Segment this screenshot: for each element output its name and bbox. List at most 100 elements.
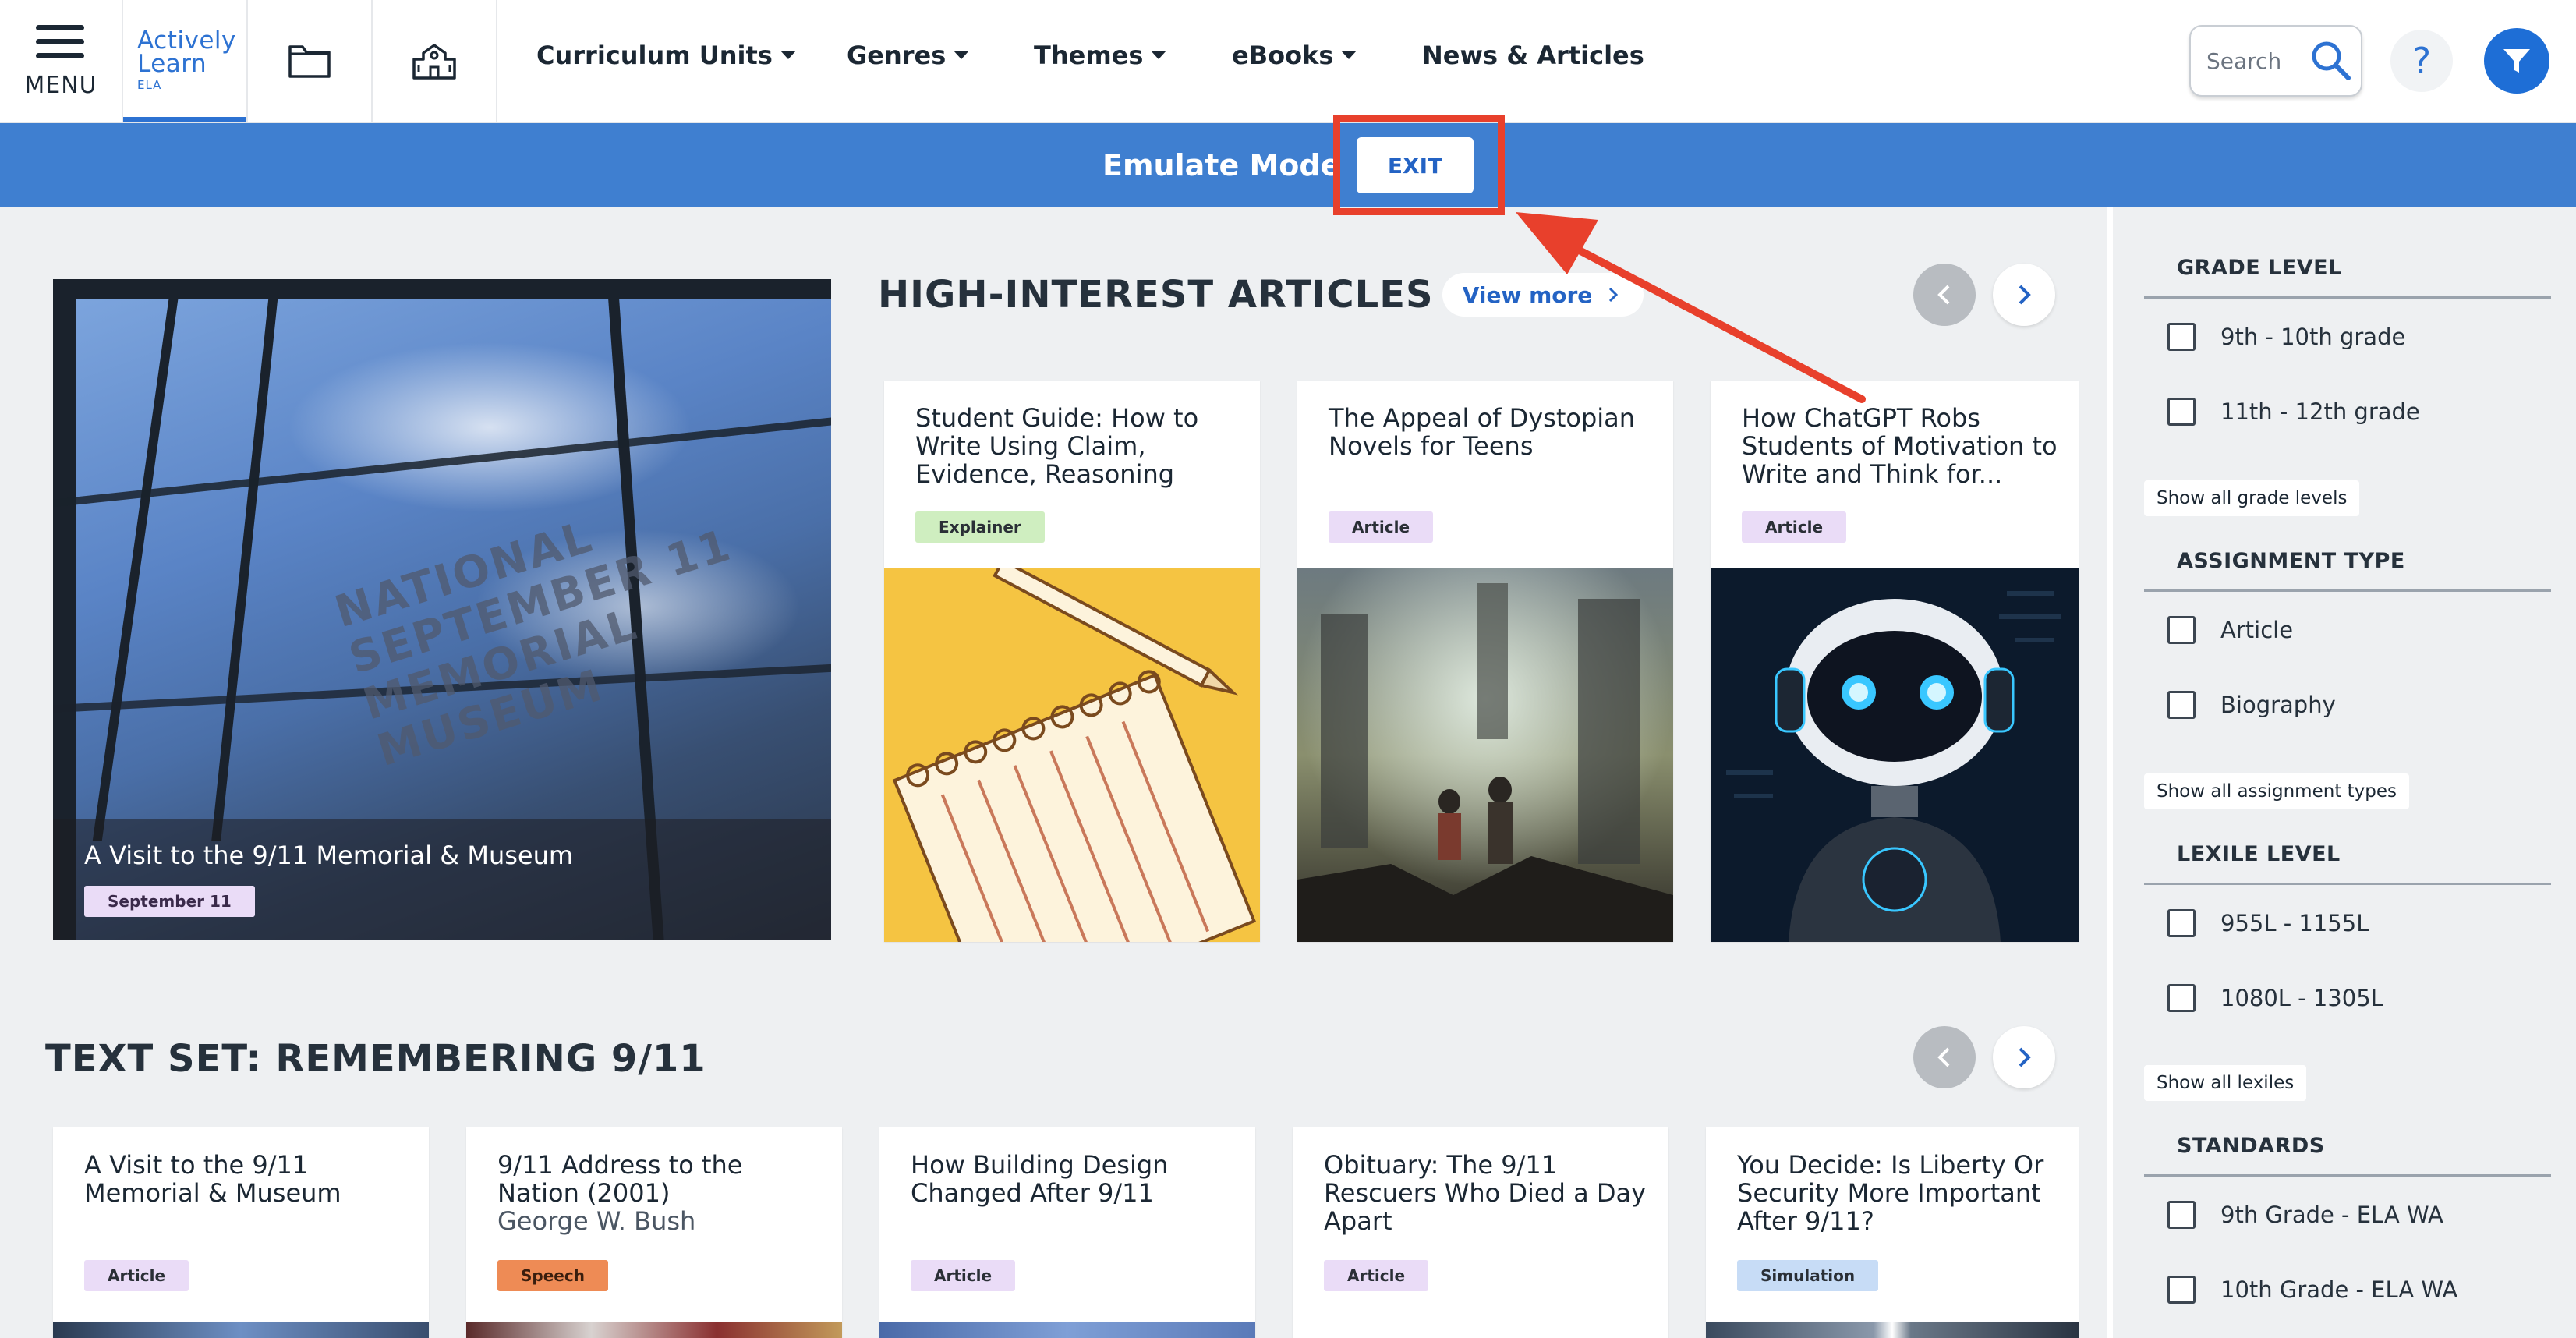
nav-genres[interactable]: Genres [847,41,970,70]
search-box [2189,25,2362,97]
checkbox-box[interactable] [2167,1276,2196,1304]
high-interest-next-button[interactable] [1993,264,2055,326]
text-set-card-image [53,1322,429,1338]
featured-hero-card[interactable]: NATIONAL SEPTEMBER 11 MEMORIAL MUSEUM A … [53,279,831,940]
checkbox-box[interactable] [2167,909,2196,937]
nav-themes-label: Themes [1034,41,1144,70]
divider [2144,589,2551,592]
hero-caption [53,819,831,940]
caret-down-icon [1341,50,1357,59]
text-set-card-tag: Article [84,1260,189,1291]
text-set-card-title: 9/11 Address to the Nation (2001) [497,1150,743,1208]
nav-themes[interactable]: Themes [1034,41,1167,70]
text-set-card-title-block: 9/11 Address to the Nation (2001) George… [497,1151,823,1235]
text-set-card[interactable]: You Decide: Is Liberty Or Security More … [1706,1127,2079,1338]
high-interest-prev-button[interactable] [1913,264,1976,326]
text-set-next-button[interactable] [1993,1026,2055,1088]
search-input[interactable] [2206,45,2308,76]
text-set-card-author: George W. Bush [497,1206,696,1236]
nav-ebooks[interactable]: eBooks [1232,41,1357,70]
dystopian-city-illustration [1297,568,1673,942]
checkbox-label: 10th Grade - ELA WA [2220,1276,2458,1303]
logo-line2: Learn [137,50,207,78]
highlight-box [1333,115,1505,215]
hero-window-frame [92,295,179,841]
assignment-type-heading: ASSIGNMENT TYPE [2177,549,2405,573]
caret-down-icon [780,50,796,59]
lexile-955-1155-checkbox[interactable]: 955L - 1155L [2167,909,2369,937]
biography-checkbox[interactable]: Biography [2167,691,2336,719]
grade-9-10-checkbox[interactable]: 9th - 10th grade [2167,323,2405,351]
grade-11-12-checkbox[interactable]: 11th - 12th grade [2167,398,2420,426]
help-icon: ? [2411,40,2432,82]
checkbox-box[interactable] [2167,398,2196,426]
checkbox-box[interactable] [2167,1201,2196,1229]
menu-button[interactable]: MENU [0,0,122,122]
chevron-left-icon [1937,285,1950,305]
article-card[interactable]: How ChatGPT Robs Students of Motivation … [1711,381,2079,942]
text-set-card[interactable]: A Visit to the 9/11 Memorial & Museum Ar… [53,1127,429,1338]
chevron-left-icon [1937,1047,1950,1067]
grade-level-heading: GRADE LEVEL [2177,256,2342,280]
article-card[interactable]: The Appeal of Dystopian Novels for Teens… [1297,381,1673,942]
checkbox-label: Article [2220,617,2294,643]
show-all-grade-levels-button[interactable]: Show all grade levels [2144,480,2360,516]
high-interest-heading: HIGH-INTEREST ARTICLES [878,273,1434,317]
nav-curriculum-units[interactable]: Curriculum Units [536,41,796,70]
checkbox-label: 9th Grade - ELA WA [2220,1202,2443,1228]
checkbox-label: 955L - 1155L [2220,910,2369,936]
actively-learn-logo[interactable]: Actively Learn ELA [122,0,248,122]
top-navbar: MENU Actively Learn ELA Curriculum Units… [0,0,2576,123]
show-all-assignment-types-button[interactable]: Show all assignment types [2144,773,2410,809]
divider [2144,883,2551,885]
filter-button[interactable] [2484,28,2549,94]
checkbox-label: Biography [2220,692,2336,718]
text-set-prev-button[interactable] [1913,1026,1976,1088]
article-card-title: How ChatGPT Robs Students of Motivation … [1742,403,2058,489]
robot-illustration [1711,568,2079,942]
lexile-1080-1305-checkbox[interactable]: 1080L - 1305L [2167,984,2383,1012]
checkbox-box[interactable] [2167,691,2196,719]
article-card[interactable]: Student Guide: How to Write Using Claim,… [884,381,1260,942]
checkbox-box[interactable] [2167,323,2196,351]
text-set-card[interactable]: 9/11 Address to the Nation (2001) George… [466,1127,842,1338]
filter-icon [2503,49,2530,73]
nav-ebooks-label: eBooks [1232,41,1334,70]
logo-active-underline [123,117,246,122]
filter-sidebar: GRADE LEVEL 9th - 10th grade 11th - 12th… [2107,207,2576,1338]
article-card-title: Student Guide: How to Write Using Claim,… [915,403,1199,489]
emulate-mode-label: Emulate Mode [1102,148,1341,182]
article-card-tag: Article [1329,511,1434,543]
article-checkbox[interactable]: Article [2167,616,2293,644]
logo-line3: ELA [137,78,162,92]
nav-news-articles[interactable]: News & Articles [1422,41,1644,70]
divider [2144,296,2551,299]
text-set-card-image [879,1322,1255,1338]
search-icon[interactable] [2309,39,2353,83]
standard-10th-grade-checkbox[interactable]: 10th Grade - ELA WA [2167,1276,2457,1304]
nav-curriculum-units-label: Curriculum Units [536,41,773,70]
library-button[interactable] [248,0,373,122]
standard-9th-grade-checkbox[interactable]: 9th Grade - ELA WA [2167,1201,2443,1229]
text-set-card-tag: Speech [497,1260,608,1291]
checkbox-box[interactable] [2167,616,2196,644]
view-more-label: View more [1462,281,1593,308]
text-set-card-title: Obituary: The 9/11 Rescuers Who Died a D… [1324,1150,1647,1236]
view-more-link[interactable]: View more [1442,273,1644,317]
checkbox-box[interactable] [2167,984,2196,1012]
show-all-lexiles-button[interactable]: Show all lexiles [2144,1065,2307,1101]
text-set-card[interactable]: How Building Design Changed After 9/11 A… [879,1127,1255,1338]
text-set-card-tag: Simulation [1737,1260,1879,1291]
text-set-card-tag: Article [911,1260,1016,1291]
chevron-right-icon [2019,285,2031,305]
text-set-card[interactable]: Obituary: The 9/11 Rescuers Who Died a D… [1293,1127,1668,1338]
school-button[interactable] [373,0,497,122]
help-button[interactable]: ? [2390,30,2453,92]
menu-label: MENU [24,72,97,99]
text-set-card-title: You Decide: Is Liberty Or Security More … [1737,1150,2044,1236]
text-set-card-title: A Visit to the 9/11 Memorial & Museum [84,1150,341,1208]
nav-genres-label: Genres [847,41,947,70]
chevron-right-icon [2019,1047,2031,1067]
article-card-tag: Article [1742,511,1847,543]
hamburger-icon [36,25,84,67]
